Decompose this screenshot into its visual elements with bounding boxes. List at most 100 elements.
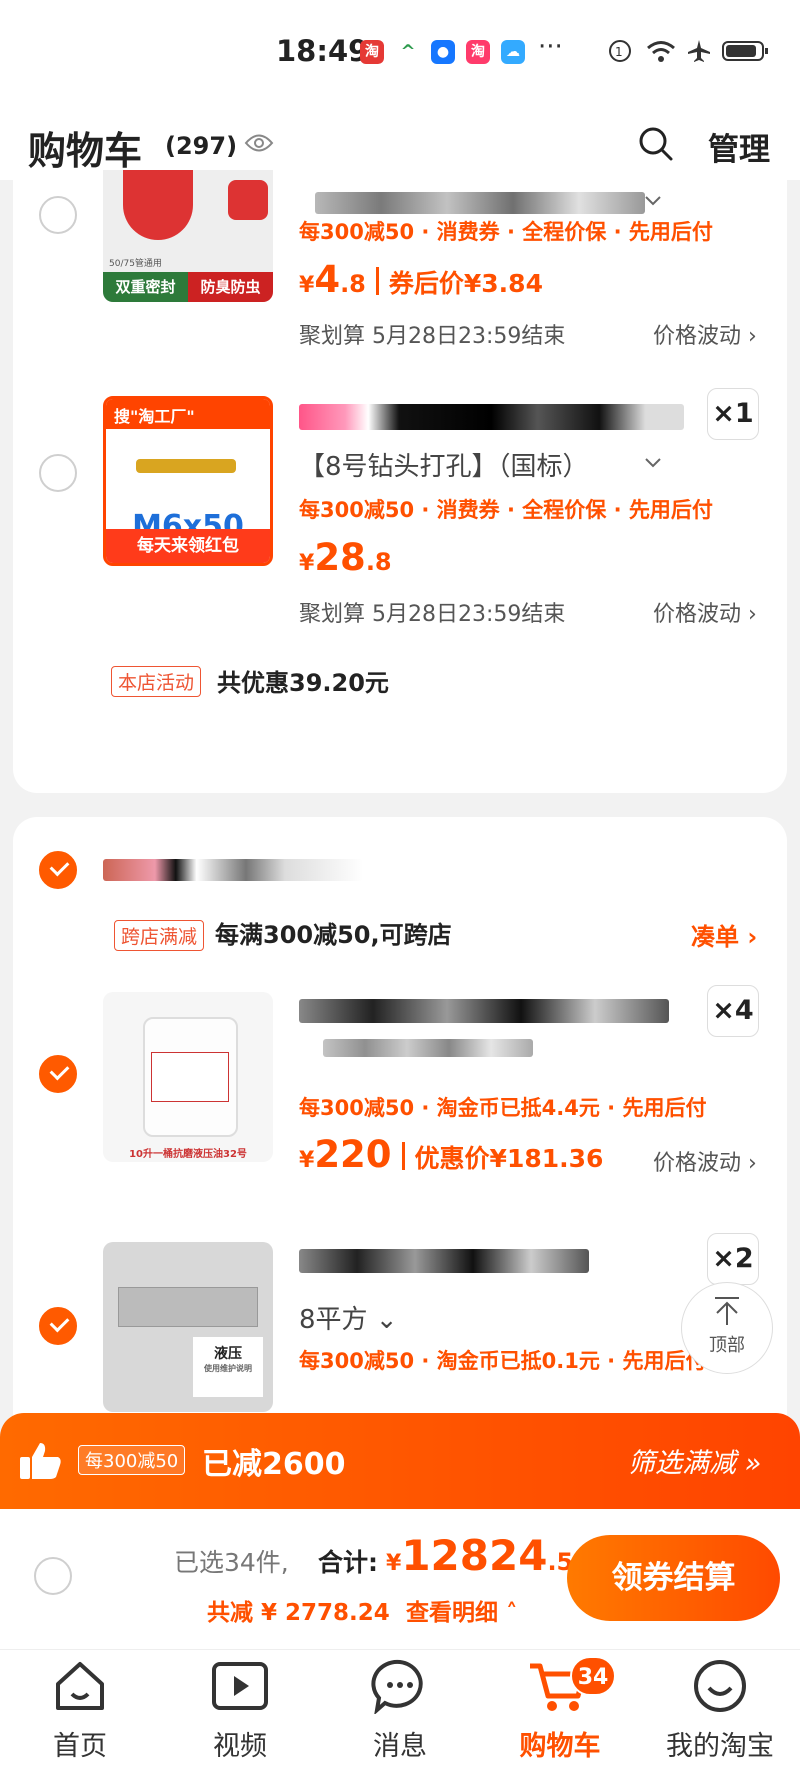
promo-text: 每300减50 · 消费券 · 全程价保 · 先用后付 — [299, 220, 713, 244]
signal-icon: 1 — [609, 40, 631, 62]
store-activity-text: 共优惠39.20元 — [217, 669, 389, 697]
view-detail-link[interactable]: 查看明细 ˄ — [406, 1593, 518, 1627]
thumbs-up-icon — [20, 1443, 61, 1479]
caret-app-icon: ^ — [396, 40, 420, 64]
thumb-label-left: 双重密封 — [103, 272, 188, 302]
system-icons: 1 — [608, 38, 770, 64]
obscured-title — [315, 192, 645, 214]
product-thumbnail[interactable]: 10升一桶抗磨液压油32号 — [103, 992, 273, 1162]
chevron-down-icon[interactable] — [643, 456, 663, 470]
cross-store-tag: 跨店满减 — [114, 920, 205, 951]
manage-button[interactable]: 管理 — [708, 124, 770, 169]
promo-text: 每300减50 · 淘金币已抵4.4元 · 先用后付 — [299, 1096, 707, 1120]
obscured-title — [299, 999, 669, 1023]
spec-selector[interactable]: 8平方 ⌄ — [299, 1299, 398, 1336]
tab-my-taobao[interactable]: 我的淘宝 — [660, 1658, 780, 1763]
bottom-tab-bar: 首页 视频 消息 购物车 34 我的淘宝 — [0, 1649, 800, 1768]
store-card: 50/75管通用 双重密封 防臭防虫 每300减50 · 消费券 · 全程价保 … — [13, 170, 787, 793]
product-thumbnail[interactable]: 液压 使用维护说明 — [103, 1242, 273, 1412]
search-icon[interactable] — [638, 126, 674, 162]
quantity-badge[interactable]: ×2 — [707, 1233, 759, 1285]
store-card: 跨店满减 每满300减50,可跨店 凑单 › 10升一桶抗磨液压油32号 ×4 … — [13, 817, 787, 1437]
taobao-red-app-icon: 淘 — [466, 40, 490, 64]
checkout-button[interactable]: 领券结算 — [567, 1535, 780, 1621]
tab-home[interactable]: 首页 — [20, 1658, 140, 1763]
obscured-spec — [323, 1039, 533, 1057]
chevron-down-icon[interactable] — [643, 194, 663, 208]
back-to-top-button[interactable]: 顶部 — [681, 1282, 773, 1374]
airplane-icon — [688, 40, 710, 62]
store-checkbox[interactable] — [39, 851, 77, 889]
thumb-footer: 每天来领红包 — [106, 529, 270, 563]
price: ¥4.8 券后价¥3.84 — [299, 258, 543, 301]
coupon-price: 券后价¥3.84 — [388, 269, 543, 298]
tab-messages[interactable]: 消息 — [340, 1658, 460, 1763]
play-icon — [212, 1662, 268, 1710]
selected-count: 已选34件, — [174, 1548, 289, 1577]
item-checkbox[interactable] — [39, 454, 77, 492]
spec-selector[interactable]: 【8号钻头打孔】（国标） — [299, 446, 589, 483]
bolt-image-shape — [136, 459, 236, 473]
drain-part-shape — [228, 180, 268, 220]
obscured-store-name — [103, 859, 363, 881]
thumb-brand: 搜"淘工厂" — [106, 399, 270, 429]
thumb-caption: 10升一桶抗磨液压油32号 — [129, 1149, 247, 1160]
product-thumbnail[interactable]: 50/75管通用 双重密封 防臭防虫 — [103, 170, 273, 302]
price: ¥220 优惠价¥181.36 — [299, 1133, 604, 1176]
price-trend-link[interactable]: 价格波动 › — [653, 1145, 757, 1177]
filter-discount-link[interactable]: 筛选满减 » — [628, 1441, 761, 1480]
page-title: 购物车 — [28, 129, 143, 173]
price: ¥28.8 — [299, 536, 392, 579]
eye-icon[interactable] — [244, 132, 274, 154]
quantity-badge[interactable]: ×4 — [707, 985, 759, 1037]
svg-text:1: 1 — [615, 45, 623, 59]
home-icon — [56, 1662, 104, 1710]
deal-countdown: 聚划算 5月28日23:59结束 — [299, 602, 566, 627]
total-price: ¥12824.56 — [386, 1531, 590, 1580]
discount-price: 优惠价¥181.36 — [414, 1144, 604, 1173]
promo-text: 每300减50 · 消费券 · 全程价保 · 先用后付 — [299, 498, 713, 522]
price-trend-link[interactable]: 价格波动 › — [653, 318, 757, 350]
arrow-up-icon — [715, 1297, 739, 1325]
promo-text: 每300减50 · 淘金币已抵0.1元 · 先用后付 — [299, 1349, 707, 1373]
cart-count: (297) — [165, 132, 238, 160]
back-to-top-label: 顶部 — [709, 1335, 745, 1356]
tab-video[interactable]: 视频 — [180, 1658, 300, 1763]
qq-app-icon: ● — [431, 40, 455, 64]
clock: 18:49 — [276, 34, 369, 68]
message-icon — [371, 1659, 423, 1716]
select-all-checkbox[interactable] — [34, 1557, 72, 1595]
thumb-label-right: 防臭防虫 — [188, 272, 273, 302]
obscured-title — [299, 1249, 589, 1273]
die-set-shape — [118, 1287, 258, 1327]
item-checkbox[interactable] — [39, 1307, 77, 1345]
discount-banner[interactable]: 每300减50 已减2600 筛选满减 » — [0, 1413, 800, 1509]
wifi-icon — [647, 41, 675, 62]
tab-cart[interactable]: 购物车 34 — [500, 1656, 620, 1763]
total-label: 合计: — [318, 1548, 378, 1577]
thumb-label: 液压 使用维护说明 — [193, 1337, 263, 1397]
price-trend-link[interactable]: 价格波动 › — [653, 596, 757, 628]
cloud-app-icon: ☁ — [501, 40, 525, 64]
deal-countdown: 聚划算 5月28日23:59结束 — [299, 324, 566, 349]
status-bar: 18:49 淘 ^ ● 淘 ☁ ··· 1 — [0, 0, 800, 110]
cross-store-text: 每满300减50,可跨店 — [215, 921, 452, 949]
drain-image-shape — [123, 170, 193, 240]
total-saved: 共减 ¥ 2778.24 — [207, 1600, 390, 1626]
store-activity-tag: 本店活动 — [111, 666, 202, 697]
add-on-link[interactable]: 凑单 › — [691, 917, 757, 952]
battery-icon — [722, 41, 768, 61]
product-thumbnail[interactable]: 搜"淘工厂" M6x50 每天来领红包 — [103, 396, 273, 566]
banner-badge: 每300减50 — [78, 1445, 186, 1475]
item-checkbox[interactable] — [39, 1055, 77, 1093]
banner-saved: 已减2600 — [202, 1447, 346, 1482]
quantity-badge[interactable]: ×1 — [707, 388, 759, 440]
taobao-app-icon: 淘 — [360, 40, 384, 64]
more-notifications-icon: ··· — [538, 32, 563, 62]
thumb-note: 50/75管通用 — [109, 259, 162, 269]
cart-count-badge: 34 — [570, 1656, 616, 1696]
item-checkbox[interactable] — [39, 196, 77, 234]
checkout-bar: 已选34件, 合计: ¥12824.56 共减 ¥ 2778.24 查看明细 ˄… — [0, 1509, 800, 1649]
smile-icon — [694, 1660, 746, 1712]
jug-label-shape — [151, 1052, 229, 1102]
